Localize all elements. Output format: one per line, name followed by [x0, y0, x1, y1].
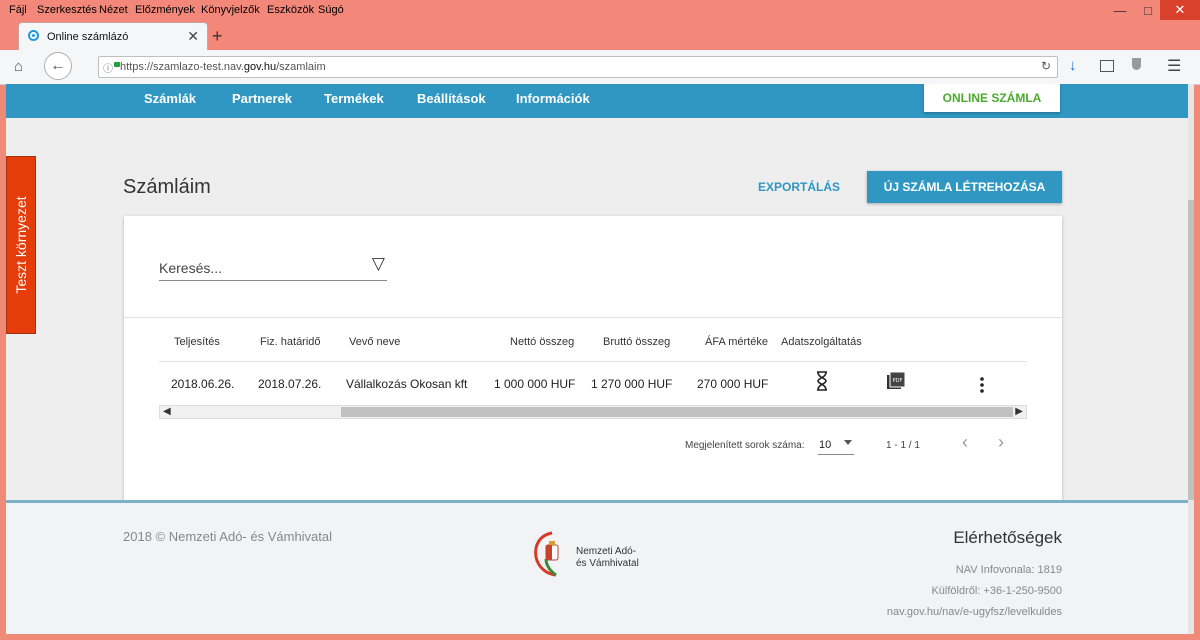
rows-per-page-select[interactable]: 10	[818, 436, 854, 455]
filter-icon[interactable]: ▽	[372, 254, 385, 274]
prev-page-icon[interactable]: ‹	[962, 432, 968, 453]
contact-link[interactable]: nav.gov.hu/nav/e-ugyfsz/levelkuldes	[887, 606, 1062, 618]
rows-per-page-label: Megjelenített sorok száma:	[685, 440, 805, 451]
header-netto-osszeg[interactable]: Nettó összeg	[510, 336, 574, 348]
menu-tools[interactable]: Eszközök	[267, 4, 314, 16]
address-bar[interactable]: ⓘ https://szamlazo-test.nav.gov.hu/szaml…	[98, 56, 1058, 78]
hourglass-icon	[814, 370, 830, 392]
search-placeholder: Keresés...	[159, 260, 223, 276]
header-adatszolgaltatas[interactable]: Adatszolgáltatás	[781, 336, 862, 348]
nav-szamlak[interactable]: Számlák	[144, 91, 196, 106]
nav-partnerek[interactable]: Partnerek	[232, 91, 292, 106]
home-icon[interactable]: ⌂	[14, 58, 23, 75]
sidebar-icon[interactable]	[1100, 60, 1114, 72]
menu-bookmarks[interactable]: Könyvjelzők	[201, 4, 260, 16]
footer: 2018 © Nemzeti Adó- és Vámhivatal Nemzet…	[6, 500, 1188, 634]
tab-title: Online számlázó	[47, 31, 129, 43]
svg-text:PDF: PDF	[893, 378, 903, 384]
close-window-icon[interactable]: ✕	[1160, 0, 1200, 20]
new-tab-button[interactable]: +	[212, 26, 223, 47]
online-szamla-button[interactable]: ONLINE SZÁMLA	[924, 84, 1060, 112]
header-brutto-osszeg[interactable]: Bruttó összeg	[603, 336, 670, 348]
menu-help[interactable]: Súgó	[318, 4, 344, 16]
nav-logo-text: Nemzeti Adó-és Vámhivatal	[576, 546, 639, 569]
nav-beallitasok[interactable]: Beállítások	[417, 91, 486, 106]
info-icon[interactable]: ⓘ	[103, 60, 113, 75]
next-page-icon[interactable]: ›	[998, 432, 1004, 453]
rows-per-page-value: 10	[819, 439, 832, 451]
header-fiz-hatarido[interactable]: Fiz. határidő	[260, 336, 321, 348]
scroll-right-icon[interactable]: ▶	[1015, 406, 1023, 417]
page-content: Számlák Partnerek Termékek Beállítások I…	[6, 84, 1188, 634]
search-input[interactable]: Keresés... ▽	[159, 254, 387, 281]
scroll-left-icon[interactable]: ◀	[163, 406, 171, 417]
cell-teljesites: 2018.06.26.	[171, 377, 235, 391]
contact-abroad: Külföldről: +36-1-250-9500	[931, 585, 1062, 597]
menu-view[interactable]: Nézet	[99, 4, 128, 16]
menu-edit[interactable]: Szerkesztés	[37, 4, 97, 16]
cell-hatarido: 2018.07.26.	[258, 377, 322, 391]
new-invoice-button[interactable]: ÚJ SZÁMLA LÉTREHOZÁSA	[867, 171, 1062, 203]
scrollbar-thumb[interactable]	[341, 407, 1013, 417]
contact-title: Elérhetőségek	[953, 528, 1062, 547]
header-teljesites[interactable]: Teljesítés	[174, 336, 220, 348]
browser-tab[interactable]: Online számlázó ✕	[18, 22, 208, 51]
nav-informaciok[interactable]: Információk	[516, 91, 590, 106]
hamburger-menu-icon[interactable]: ☰	[1167, 56, 1181, 76]
caret-down-icon	[844, 440, 852, 445]
url-text: https://szamlazo-test.nav.gov.hu/szamlai…	[120, 61, 326, 73]
page-scrollbar-thumb[interactable]	[1188, 200, 1194, 500]
shield-icon[interactable]	[1132, 58, 1141, 70]
nav-logo-icon	[532, 529, 566, 579]
close-tab-icon[interactable]: ✕	[187, 28, 199, 45]
test-environment-label: Teszt környezet	[13, 196, 29, 294]
copyright: 2018 © Nemzeti Adó- és Vámhivatal	[123, 529, 333, 544]
header-divider	[159, 361, 1027, 362]
horizontal-scrollbar[interactable]: ◀ ▶	[159, 405, 1027, 419]
pdf-icon[interactable]: PDF	[886, 371, 906, 391]
cell-brutto: 1 270 000 HUF	[591, 377, 673, 391]
maximize-icon[interactable]: □	[1134, 0, 1162, 20]
pagination-range: 1 - 1 / 1	[886, 440, 920, 451]
page-title: Számláim	[123, 176, 211, 198]
cell-netto: 1 000 000 HUF	[494, 377, 576, 391]
divider	[124, 317, 1062, 318]
menu-bar: Fájl Szerkesztés Nézet Előzmények Könyvj…	[0, 0, 1200, 20]
export-button[interactable]: EXPORTÁLÁS	[758, 180, 840, 194]
favicon-icon	[28, 30, 39, 41]
contact-infoline: NAV Infovonala: 1819	[955, 564, 1062, 576]
download-icon[interactable]: ↓	[1069, 57, 1077, 74]
reload-icon[interactable]: ↻	[1041, 59, 1051, 73]
nav-termekek[interactable]: Termékek	[324, 91, 384, 106]
cell-afa: 270 000 HUF	[697, 377, 769, 391]
more-vert-icon[interactable]	[979, 376, 985, 394]
invoice-card: Keresés... ▽ Teljesítés Fiz. határidő Ve…	[124, 216, 1062, 504]
top-navigation: Számlák Partnerek Termékek Beállítások I…	[6, 84, 1188, 118]
header-vevo-neve[interactable]: Vevő neve	[349, 336, 400, 348]
menu-history[interactable]: Előzmények	[135, 4, 195, 16]
content-background: Számláim EXPORTÁLÁS ÚJ SZÁMLA LÉTREHOZÁS…	[6, 118, 1188, 504]
header-afa-merteke[interactable]: ÁFA mértéke	[705, 336, 768, 348]
test-environment-tab[interactable]: Teszt környezet	[6, 156, 36, 334]
menu-file[interactable]: Fájl	[9, 4, 27, 16]
cell-vevo: Vállalkozás Okosan kft	[346, 377, 468, 391]
back-icon[interactable]: ←	[44, 52, 72, 80]
minimize-icon[interactable]: —	[1106, 0, 1134, 20]
